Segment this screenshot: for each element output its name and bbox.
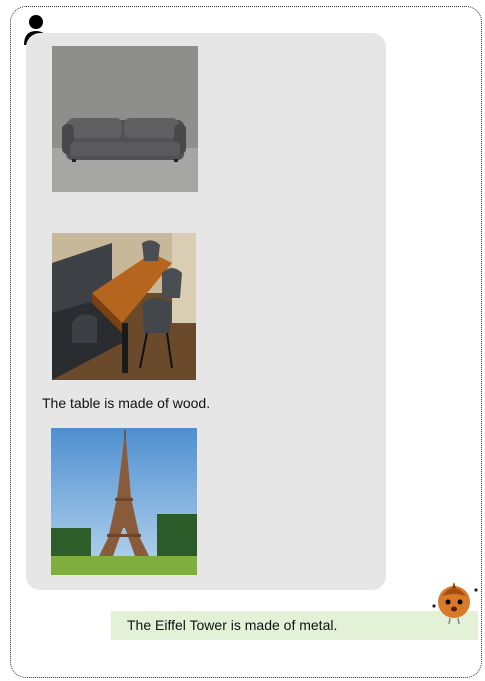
eiffel-tower-photo bbox=[51, 428, 197, 575]
bot-message-text: The Eiffel Tower is made of metal. bbox=[127, 617, 338, 633]
user-message-caption: The table is made of wood. bbox=[42, 395, 211, 411]
bot-message-bubble: The Eiffel Tower is made of metal. bbox=[111, 611, 478, 640]
dining-table-photo bbox=[52, 233, 196, 380]
sofa-photo bbox=[52, 46, 198, 192]
bot-avatar-icon bbox=[432, 576, 484, 626]
